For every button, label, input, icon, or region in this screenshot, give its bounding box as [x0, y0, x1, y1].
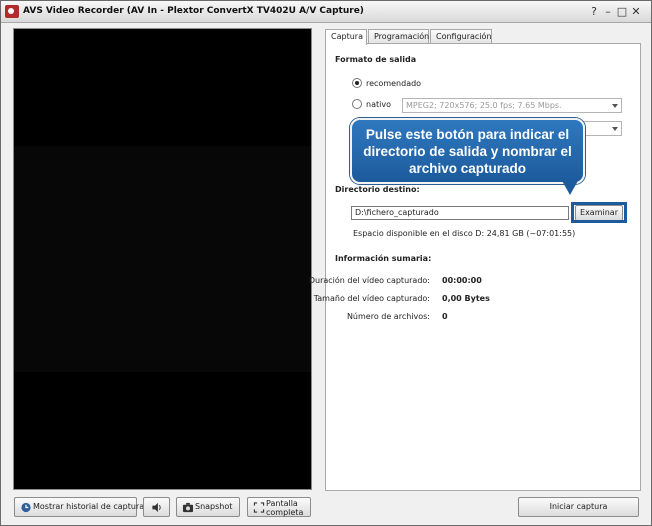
tab-programacion[interactable]: Programación: [368, 29, 429, 44]
radio-native[interactable]: [352, 99, 362, 109]
free-space-text: Espacio disponible en el disco D: 24,81 …: [353, 229, 576, 238]
camera-icon: [182, 502, 194, 513]
file-count-label: Número de archivos:: [346, 312, 430, 321]
file-count-value: 0: [442, 312, 448, 321]
tooltip-callout-pointer: [561, 179, 579, 195]
snapshot-button[interactable]: Snapshot: [176, 497, 240, 517]
tooltip-callout: Pulse este botón para indicar el directo…: [350, 118, 585, 184]
tab-configuracion[interactable]: Configuración: [430, 29, 492, 44]
show-history-button[interactable]: Mostrar historial de captura: [14, 497, 144, 517]
native-format-select[interactable]: MPEG2; 720x576; 25.0 fps; 7.65 Mbps.: [402, 98, 622, 113]
video-frame: [14, 146, 311, 372]
show-history-label: Mostrar historial de captura: [33, 502, 145, 511]
app-logo-icon: [5, 5, 19, 18]
window-title: AVS Video Recorder (AV In - Plextor Conv…: [23, 6, 364, 16]
radio-native-label[interactable]: nativo: [366, 100, 391, 109]
radio-recommended[interactable]: [352, 78, 362, 88]
video-preview[interactable]: [13, 28, 312, 490]
start-capture-button[interactable]: Iniciar captura: [518, 497, 639, 517]
snapshot-label: Snapshot: [195, 502, 233, 511]
maximize-button[interactable]: □: [615, 4, 629, 19]
chevron-down-icon: [612, 127, 618, 131]
fullscreen-label-line2: completa: [266, 508, 304, 517]
fullscreen-icon: [253, 502, 265, 513]
duration-label: Duración del vídeo capturado:: [308, 276, 430, 285]
tab-captura[interactable]: Captura: [325, 29, 367, 45]
destination-heading: Directorio destino:: [335, 185, 420, 194]
duration-value: 00:00:00: [442, 276, 482, 285]
minimize-button[interactable]: –: [601, 4, 615, 19]
summary-heading: Información sumaria:: [335, 254, 432, 263]
chevron-down-icon: [612, 104, 618, 108]
volume-button[interactable]: [143, 497, 170, 517]
radio-recommended-label[interactable]: recomendado: [366, 79, 421, 88]
close-button[interactable]: ✕: [629, 4, 643, 19]
app-window: AVS Video Recorder (AV In - Plextor Conv…: [0, 0, 652, 526]
size-value: 0,00 Bytes: [442, 294, 490, 303]
title-bar: AVS Video Recorder (AV In - Plextor Conv…: [1, 1, 651, 23]
destination-path-input[interactable]: D:\fichero_capturado: [351, 206, 569, 220]
browse-button-highlight: [571, 202, 627, 223]
fullscreen-label-line1: Pantalla: [266, 499, 298, 508]
help-button[interactable]: ?: [587, 4, 601, 19]
output-format-heading: Formato de salida: [335, 55, 417, 64]
fullscreen-button[interactable]: Pantalla completa: [247, 497, 311, 517]
speaker-icon: [152, 502, 161, 513]
native-format-value: MPEG2; 720x576; 25.0 fps; 7.65 Mbps.: [406, 101, 562, 110]
history-icon: [21, 502, 31, 513]
size-label: Tamaño del vídeo capturado:: [313, 294, 430, 303]
